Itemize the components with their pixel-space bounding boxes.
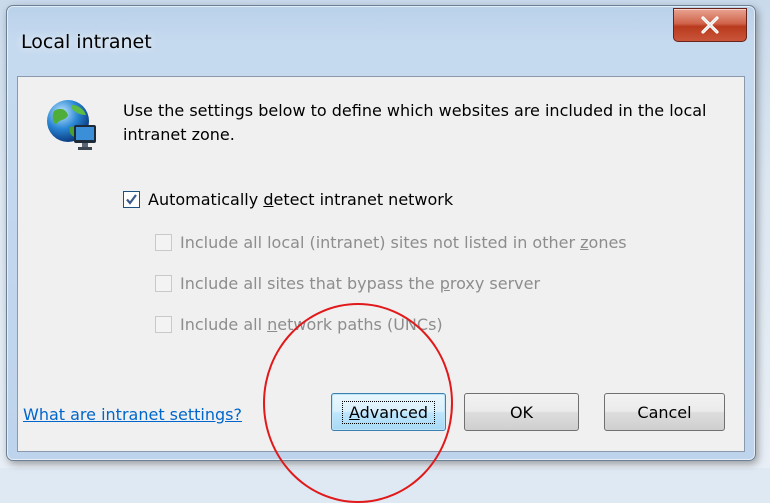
close-button[interactable]: [673, 8, 747, 42]
bypass-proxy-label: Include all sites that bypass the proxy …: [180, 274, 541, 293]
auto-detect-label: Automatically detect intranet network: [148, 190, 454, 209]
network-paths-checkbox[interactable]: [155, 316, 172, 333]
option-network-paths[interactable]: Include all network paths (UNCs): [155, 315, 443, 334]
option-auto-detect[interactable]: Automatically detect intranet network: [123, 190, 453, 209]
close-icon: [701, 16, 719, 34]
local-intranet-dialog: Local intranet Use the settings below to…: [6, 5, 756, 461]
intranet-settings-help-link[interactable]: What are intranet settings?: [23, 405, 242, 424]
intranet-globe-icon: [47, 100, 96, 150]
local-sites-checkbox[interactable]: [155, 234, 172, 251]
advanced-button-label: Advanced: [341, 400, 436, 424]
auto-detect-checkbox[interactable]: [123, 191, 140, 208]
option-bypass-proxy[interactable]: Include all sites that bypass the proxy …: [155, 274, 540, 293]
title-bar[interactable]: Local intranet: [7, 6, 755, 76]
checkmark-icon: [126, 194, 137, 205]
dialog-body: Use the settings below to define which w…: [17, 76, 745, 452]
ok-button[interactable]: OK: [464, 393, 579, 431]
option-local-sites[interactable]: Include all local (intranet) sites not l…: [155, 233, 627, 252]
network-paths-label: Include all network paths (UNCs): [180, 315, 443, 334]
cancel-button[interactable]: Cancel: [604, 393, 725, 431]
local-sites-label: Include all local (intranet) sites not l…: [180, 233, 627, 252]
bypass-proxy-checkbox[interactable]: [155, 275, 172, 292]
dialog-title: Local intranet: [21, 31, 152, 53]
advanced-button[interactable]: Advanced: [331, 393, 446, 431]
description-text: Use the settings below to define which w…: [123, 101, 707, 144]
